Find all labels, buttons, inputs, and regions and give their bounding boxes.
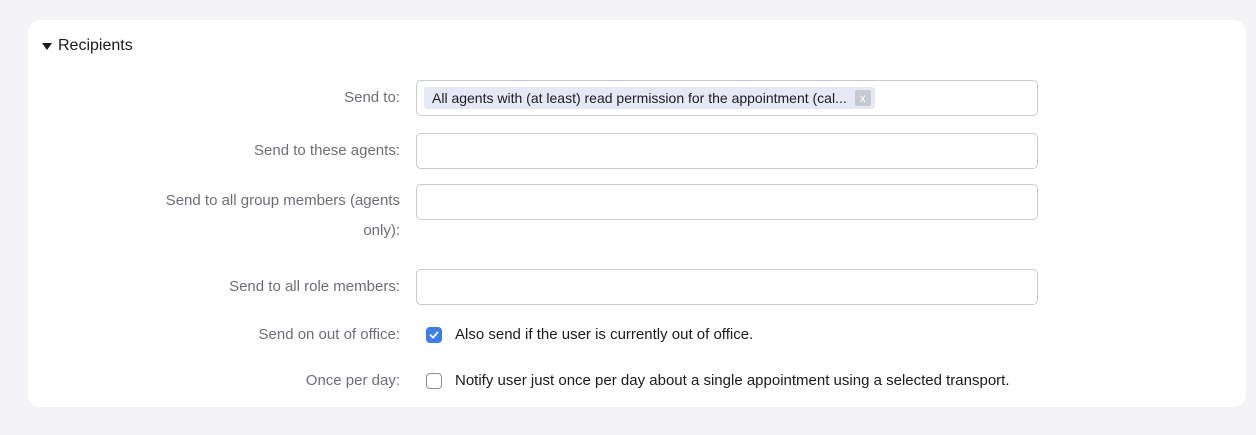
caret-down-icon bbox=[42, 43, 52, 50]
send-to-group-label-line2: only): bbox=[363, 222, 400, 239]
send-to-role-field[interactable] bbox=[416, 269, 1038, 305]
send-to-token-label: All agents with (at least) read permissi… bbox=[432, 90, 847, 106]
once-per-day-label: Once per day: bbox=[305, 372, 400, 389]
once-per-day-checkbox[interactable] bbox=[426, 373, 442, 389]
out-of-office-text: Also send if the user is currently out o… bbox=[455, 326, 754, 343]
out-of-office-label: Send on out of office: bbox=[258, 326, 401, 343]
send-to-field[interactable]: All agents with (at least) read permissi… bbox=[416, 80, 1038, 116]
token-remove-icon[interactable]: x bbox=[854, 90, 871, 106]
send-to-agents-label: Send to these agents: bbox=[254, 142, 400, 159]
checkmark-icon bbox=[429, 331, 439, 339]
out-of-office-checkbox[interactable] bbox=[426, 327, 442, 343]
section-title: Recipients bbox=[58, 37, 133, 54]
recipients-panel: Recipients Send to: All agents with (at … bbox=[28, 20, 1246, 407]
send-to-group-label: Send to all group members (agents only): bbox=[40, 186, 400, 246]
send-to-label: Send to: bbox=[344, 89, 400, 106]
send-to-group-label-line1: Send to all group members (agents bbox=[165, 192, 400, 209]
send-to-token: All agents with (at least) read permissi… bbox=[424, 87, 875, 109]
send-to-group-field[interactable] bbox=[416, 184, 1038, 220]
once-per-day-text: Notify user just once per day about a si… bbox=[455, 372, 1010, 389]
send-to-agents-field[interactable] bbox=[416, 133, 1038, 169]
recipients-section-toggle[interactable]: Recipients bbox=[42, 34, 133, 58]
send-to-role-label: Send to all role members: bbox=[229, 278, 400, 295]
